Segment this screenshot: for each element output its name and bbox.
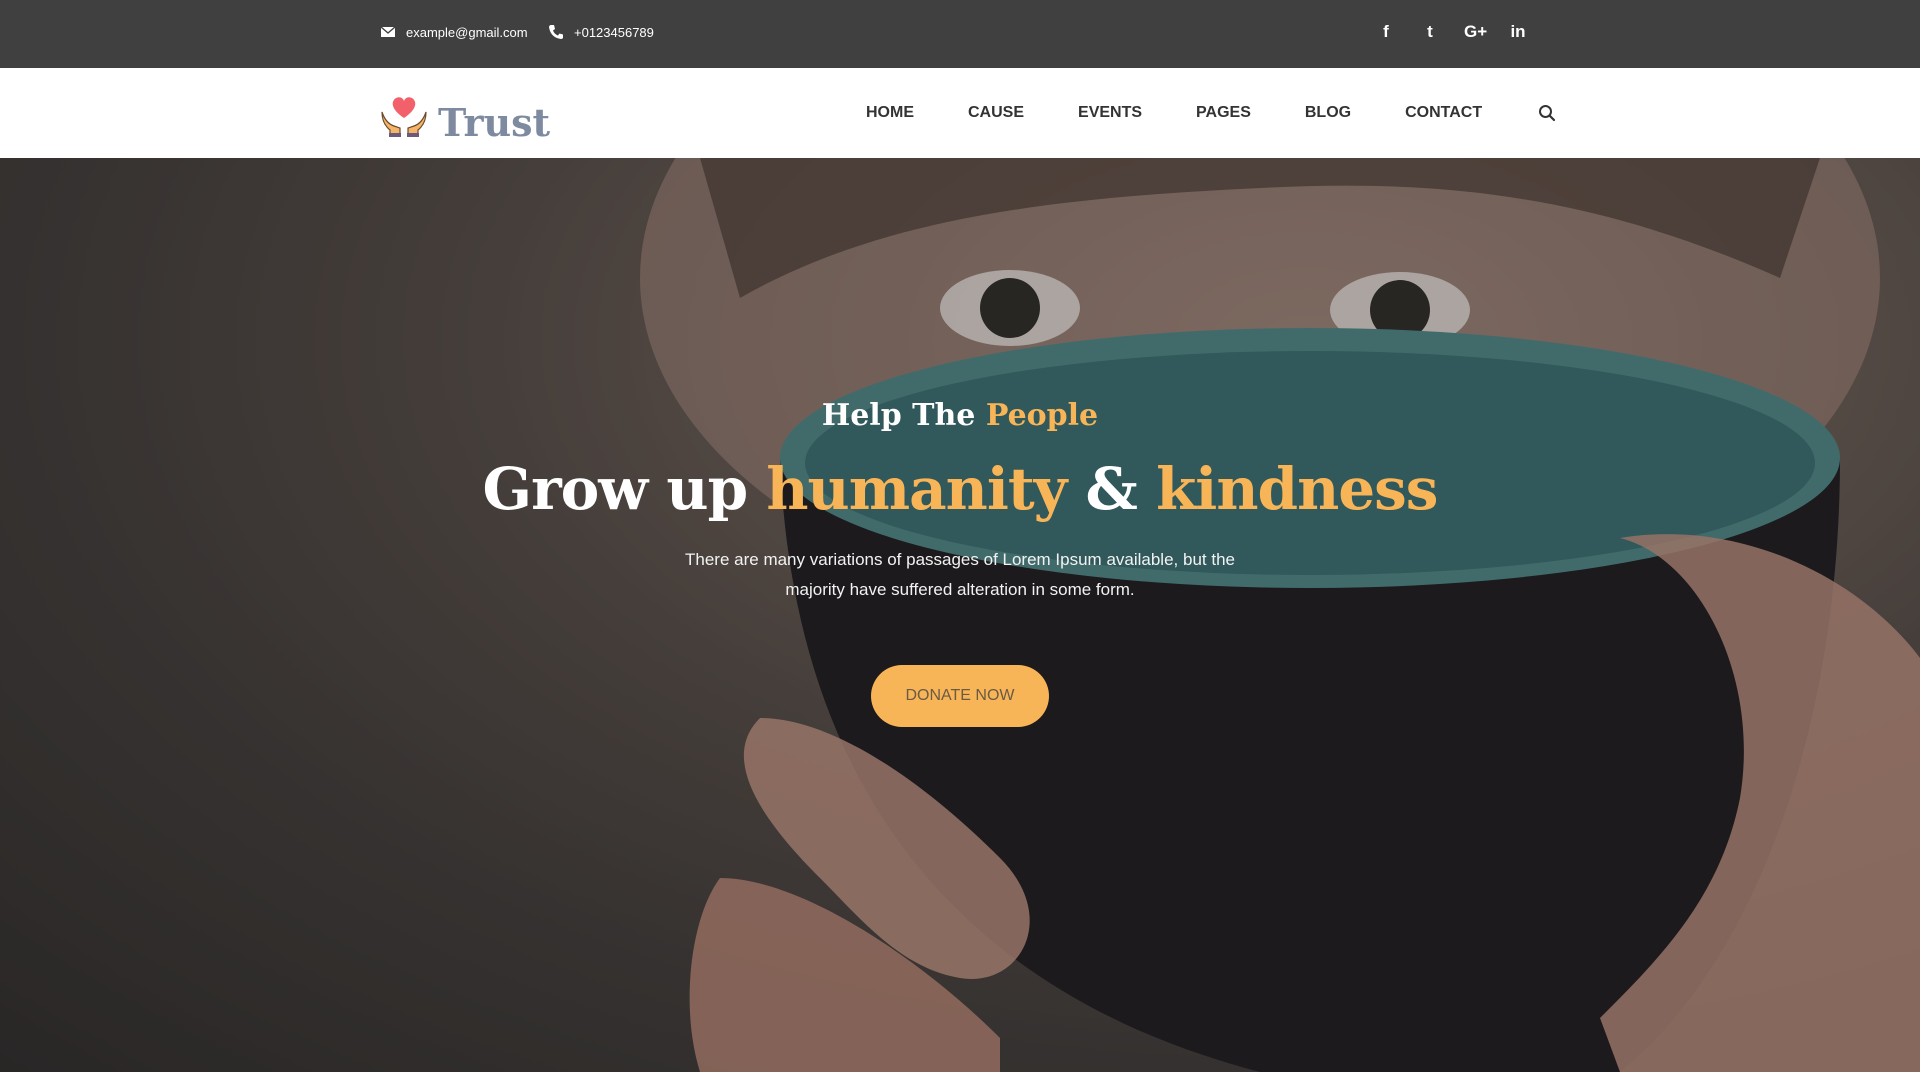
kicker-highlight: People — [985, 398, 1099, 433]
google-plus-icon[interactable]: G+ — [1464, 22, 1487, 42]
linkedin-icon[interactable]: in — [1508, 22, 1528, 42]
headline-highlight-humanity: humanity — [766, 455, 1067, 523]
hero-content: Help The People Grow up humanity & kindn… — [0, 398, 1920, 727]
logo-text[interactable]: Trust — [438, 100, 550, 145]
kicker-plain: Help The — [821, 398, 976, 433]
social-links: f t G+ in — [1376, 22, 1528, 42]
envelope-icon — [380, 26, 396, 37]
phone-contact[interactable]: +0123456789 — [548, 24, 654, 40]
hero-section: Help The People Grow up humanity & kindn… — [0, 158, 1920, 1072]
site-logo[interactable]: Trust — [378, 82, 550, 145]
phone-text[interactable]: +0123456789 — [574, 25, 654, 40]
nav-cause[interactable]: CAUSE — [968, 104, 1024, 122]
main-menu: HOME CAUSE EVENTS PAGES BLOG CONTACT — [866, 104, 1556, 122]
headline-highlight-kindness: kindness — [1156, 455, 1438, 523]
phone-icon — [549, 25, 563, 39]
email-text[interactable]: example@gmail.com — [406, 25, 528, 40]
twitter-icon[interactable]: t — [1420, 22, 1440, 42]
headline-part1: Grow up — [482, 455, 749, 523]
email-contact[interactable]: example@gmail.com — [380, 24, 528, 40]
headline-amp: & — [1085, 455, 1138, 523]
donate-now-button[interactable]: DONATE NOW — [871, 665, 1049, 727]
heart-hands-logo-icon — [381, 96, 427, 137]
search-icon[interactable] — [1538, 104, 1556, 122]
nav-contact[interactable]: CONTACT — [1405, 104, 1482, 122]
nav-pages[interactable]: PAGES — [1196, 104, 1251, 122]
hero-kicker: Help The People — [0, 398, 1920, 433]
hero-headline: Grow up humanity & kindness — [0, 455, 1920, 523]
main-navbar: Trust HOME CAUSE EVENTS PAGES BLOG CONTA… — [0, 68, 1920, 158]
hero-description: There are many variations of passages of… — [685, 550, 1235, 599]
nav-home[interactable]: HOME — [866, 104, 914, 122]
nav-events[interactable]: EVENTS — [1078, 104, 1142, 122]
facebook-icon[interactable]: f — [1376, 22, 1396, 42]
nav-blog[interactable]: BLOG — [1305, 104, 1351, 122]
top-bar: example@gmail.com +0123456789 f t G+ in — [0, 0, 1920, 68]
